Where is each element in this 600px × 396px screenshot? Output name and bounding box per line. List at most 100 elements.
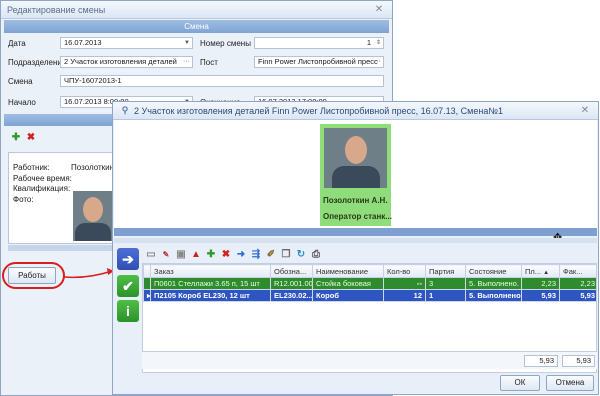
column-header[interactable]: Наименование xyxy=(312,264,384,278)
cell: ⚯ xyxy=(383,277,426,290)
cell: П2105 Короб EL230, 12 шт xyxy=(150,289,271,302)
close-icon[interactable]: ✕ xyxy=(372,4,386,15)
ellipsis-icon[interactable]: ··· xyxy=(374,57,381,67)
cell: 3 xyxy=(425,277,466,290)
forward-icon[interactable]: ➜ xyxy=(235,248,247,260)
subdivision-label: Подразделение xyxy=(8,58,67,67)
cancel-button-label: Отмена xyxy=(555,378,585,387)
refresh-icon[interactable]: ↻ xyxy=(295,248,307,260)
works-highlight-ring xyxy=(2,262,65,289)
next-arrow-button[interactable]: ➔ xyxy=(117,248,139,270)
post-label: Пост xyxy=(200,58,218,67)
splitter[interactable] xyxy=(114,238,597,243)
worker-tile-name: Позолоткин А.Н. xyxy=(323,196,388,205)
column-header-label: Пл... xyxy=(525,266,542,276)
workers-toolbar: ✚ ✖ xyxy=(10,131,37,143)
post-value: Finn Power Листопробивной пресс xyxy=(258,57,378,66)
dropdown-arrow-icon[interactable]: ▼ xyxy=(184,38,190,48)
shift-label: Смена xyxy=(8,77,33,86)
worker-photo xyxy=(73,191,113,241)
cell: 5,93 xyxy=(521,289,560,302)
delete-icon[interactable]: ✖ xyxy=(220,248,232,260)
shift-works-titlebar: ⚲ 2 Участок изготовления деталей Finn Po… xyxy=(113,102,598,120)
add-icon[interactable]: ✚ xyxy=(205,248,217,260)
window-title: 2 Участок изготовления деталей Finn Powe… xyxy=(134,105,504,116)
column-header[interactable]: Кол-во xyxy=(383,264,426,278)
cell: 5. Выполнено. xyxy=(465,289,522,302)
link-icon: ⚯ xyxy=(416,282,422,288)
cell: 2,23 xyxy=(559,277,596,290)
workers-scrollbar[interactable] xyxy=(8,245,113,251)
ellipsis-icon[interactable]: ··· xyxy=(183,57,190,67)
copy-icon[interactable]: ❐ xyxy=(280,248,292,260)
spinner-icon[interactable]: ⇕ xyxy=(376,38,381,48)
photo-label: Фото: xyxy=(13,195,34,204)
work-time-label: Рабочее время: xyxy=(13,174,72,183)
info-button[interactable]: i xyxy=(117,300,139,322)
window-title: Редактирование смены xyxy=(7,4,106,15)
table-row[interactable]: ▸ П2105 Короб EL230, 12 шт EL230.02... К… xyxy=(143,289,596,302)
add-icon[interactable]: ✚ xyxy=(10,131,22,143)
table-row[interactable]: П0601 Стеллажи 3.65 п, 15 шт R12.001.000… xyxy=(143,277,596,290)
shift-number-field[interactable]: 1 ⇕ xyxy=(254,37,384,49)
sort-asc-icon: ▲ xyxy=(543,269,550,276)
post-field[interactable]: Finn Power Листопробивной пресс ··· xyxy=(254,56,384,68)
edit-tool-icon[interactable]: ✐ xyxy=(265,248,277,260)
worker-tile-photo xyxy=(324,128,387,188)
workers-section-header xyxy=(4,114,112,126)
edit-icon[interactable]: ✎ xyxy=(160,248,172,260)
up-arrow-icon[interactable]: ▲ xyxy=(190,248,202,260)
print-icon[interactable]: ⎙ xyxy=(310,248,322,260)
column-header[interactable]: Обозна... xyxy=(270,264,313,278)
total-plan: 5,93 xyxy=(524,355,558,367)
column-header[interactable]: Фак... xyxy=(559,264,596,278)
confirm-check-button[interactable]: ✔ xyxy=(117,275,139,297)
worker-label: Работник: xyxy=(13,163,50,172)
shift-value: ЧПУ-16072013-1 xyxy=(64,76,122,85)
qualification-label: Квалификация: xyxy=(13,184,71,193)
new-doc-icon[interactable]: ▭ xyxy=(145,248,157,260)
cell: Короб xyxy=(312,289,384,302)
total-fact-value: 5,93 xyxy=(576,356,591,365)
date-field[interactable]: 16.07.2013 ▼ xyxy=(60,37,193,49)
shift-field[interactable]: ЧПУ-16072013-1 xyxy=(60,75,384,87)
column-header[interactable]: Состояние xyxy=(465,264,522,278)
cell: 2,23 xyxy=(521,277,560,290)
cell: EL230.02... xyxy=(270,289,313,302)
row-indicator-header xyxy=(143,264,151,278)
worker-card: Работник: Позолоткин Рабочее время: Квал… xyxy=(8,152,115,244)
cell: 12 xyxy=(383,289,426,302)
shift-number-value: 1 xyxy=(366,38,371,47)
row-indicator: ▸ xyxy=(143,289,151,302)
total-plan-value: 5,93 xyxy=(539,356,554,365)
worker-tile[interactable]: Позолоткин А.Н. Оператор станк... xyxy=(320,124,392,226)
ok-button[interactable]: ОК xyxy=(500,375,540,391)
section-header: Смена xyxy=(4,20,389,33)
cell: 5,93 xyxy=(559,289,596,302)
cell: 5. Выполнено. xyxy=(465,277,522,290)
ok-button-label: ОК xyxy=(514,378,526,387)
close-icon[interactable]: ✕ xyxy=(578,105,592,116)
subdivision-field[interactable]: 2 Участок изготовления деталей ··· xyxy=(60,56,193,68)
shift-number-label: Номер смены xyxy=(200,39,251,48)
search-icon: ⚲ xyxy=(121,105,129,115)
share-icon[interactable]: ⇶ xyxy=(250,248,262,260)
grid-header: Заказ Обозна... Наименование Кол-во Парт… xyxy=(143,264,596,278)
cell: Стойка боковая xyxy=(312,277,384,290)
column-header-sorted[interactable]: Пл... ▲ xyxy=(521,264,560,278)
clear-icon[interactable]: ▣ xyxy=(175,248,187,260)
edit-shift-titlebar: Редактирование смены ✕ xyxy=(1,1,392,19)
column-header[interactable]: Заказ xyxy=(150,264,271,278)
worker-value: Позолоткин xyxy=(71,163,115,172)
pointer-arrow xyxy=(63,268,114,279)
cell: 1 xyxy=(425,289,466,302)
start-label: Начало xyxy=(8,98,36,107)
date-value: 16.07.2013 xyxy=(64,38,102,47)
card-panel-scrollbar[interactable] xyxy=(114,228,597,236)
delete-icon[interactable]: ✖ xyxy=(25,131,37,143)
column-header[interactable]: Партия xyxy=(425,264,466,278)
row-indicator xyxy=(143,277,151,290)
cell: П0601 Стеллажи 3.65 п, 15 шт xyxy=(150,277,271,290)
cancel-button[interactable]: Отмена xyxy=(546,375,594,391)
works-toolbar: ▭ ✎ ▣ ▲ ✚ ✖ ➜ ⇶ ✐ ❐ ↻ ⎙ xyxy=(145,248,322,260)
